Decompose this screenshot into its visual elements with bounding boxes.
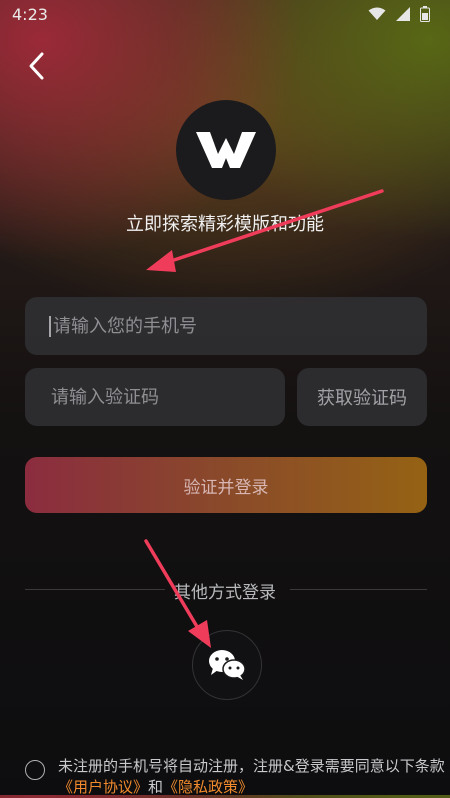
- other-login-label: 其他方式登录: [174, 583, 276, 603]
- back-button[interactable]: [20, 50, 52, 82]
- phone-input[interactable]: [49, 315, 427, 337]
- verify-login-label: 验证并登录: [183, 477, 269, 498]
- privacy-policy-link[interactable]: 《隐私政策》: [163, 778, 253, 796]
- signal-icon: [396, 7, 410, 21]
- w-logo-icon: [196, 132, 256, 168]
- agreement-text: 未注册的手机号将自动注册，注册&登录需要同意以下条款《用户协议》和《隐私政策》: [58, 756, 448, 798]
- wechat-login-button[interactable]: [192, 630, 262, 700]
- code-field[interactable]: [25, 368, 285, 426]
- agreement-checkbox[interactable]: [25, 760, 45, 780]
- app-logo: [176, 100, 276, 200]
- wifi-icon: [368, 7, 386, 20]
- wechat-icon: [209, 650, 246, 680]
- battery-icon: [420, 6, 430, 22]
- agreement-and: 和: [148, 778, 164, 796]
- get-code-button[interactable]: 获取验证码: [297, 368, 427, 426]
- divider-right: [290, 589, 427, 590]
- user-agreement-link[interactable]: 《用户协议》: [58, 778, 148, 796]
- tagline: 立即探索精彩模版和功能: [126, 214, 324, 235]
- phone-field[interactable]: [25, 297, 427, 355]
- status-time: 4:23: [12, 5, 48, 24]
- get-code-label: 获取验证码: [317, 388, 407, 409]
- chevron-left-icon: [29, 52, 44, 80]
- verification-code-input[interactable]: [25, 386, 285, 408]
- agreement-prefix: 未注册的手机号将自动注册，注册&登录需要同意以下条款: [58, 757, 445, 775]
- status-bar: 4:23: [0, 0, 450, 28]
- verify-login-button[interactable]: 验证并登录: [25, 457, 427, 513]
- status-icons: [368, 6, 430, 22]
